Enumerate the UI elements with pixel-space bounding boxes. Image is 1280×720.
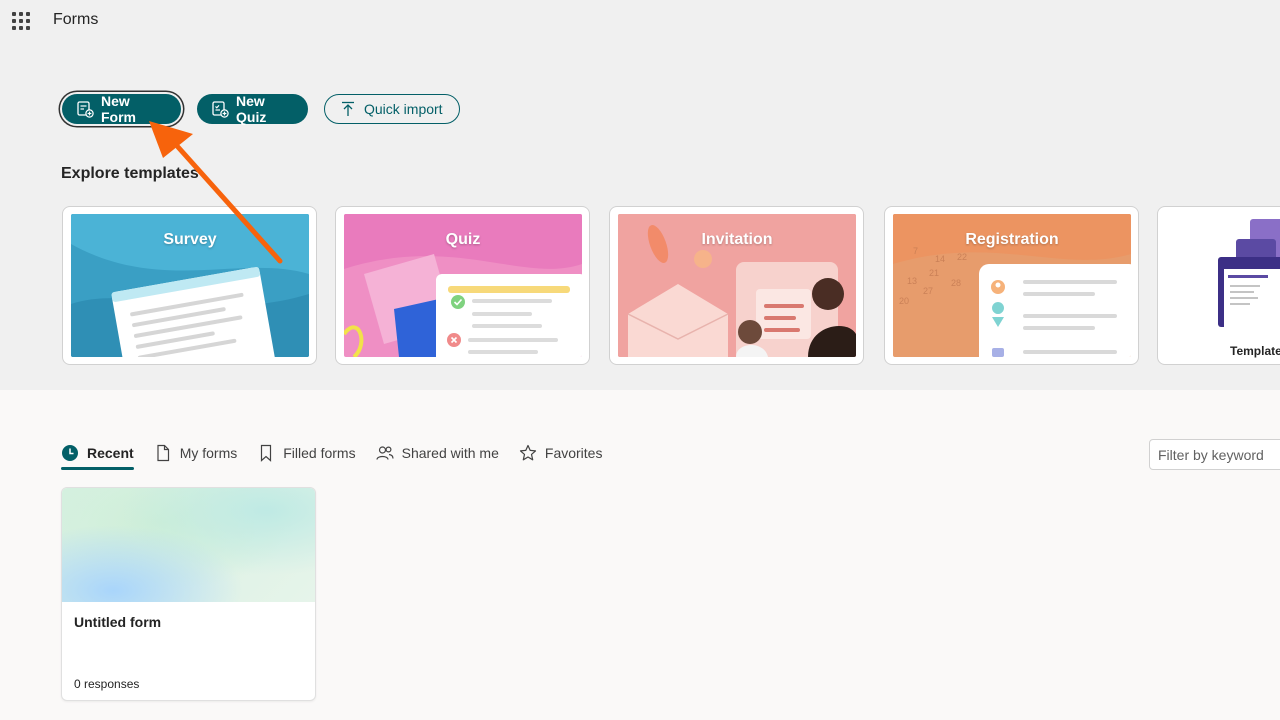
new-form-icon <box>77 101 94 118</box>
template-gallery-illustration <box>1218 219 1280 327</box>
template-card-registration[interactable]: 7 14 22 13 21 28 20 27 Registration <box>884 206 1139 365</box>
explore-templates-heading: Explore templates <box>61 165 199 182</box>
tab-favorites[interactable]: Favorites <box>519 440 603 466</box>
quick-import-label: Quick import <box>364 101 443 117</box>
tab-my-forms-label: My forms <box>179 445 238 461</box>
svg-text:20: 20 <box>899 296 909 306</box>
app-title[interactable]: Forms <box>53 11 98 29</box>
new-quiz-button[interactable]: New Quiz <box>197 93 308 125</box>
quiz-illustration: Quiz <box>344 214 582 357</box>
template-card-survey[interactable]: Survey <box>62 206 317 365</box>
tab-filled-forms[interactable]: Filled forms <box>257 440 356 466</box>
template-label-survey: Survey <box>163 231 217 248</box>
template-card-invitation[interactable]: Invitation <box>609 206 864 365</box>
new-form-label: New Form <box>101 93 136 125</box>
star-icon <box>519 444 536 461</box>
template-label-more: Template <box>1230 344 1280 358</box>
document-icon <box>157 444 169 462</box>
tab-shared-label: Shared with me <box>401 445 499 461</box>
form-title: Untitled form <box>74 614 162 630</box>
tab-recent[interactable]: Recent <box>61 440 134 470</box>
form-thumbnail <box>62 488 315 602</box>
svg-text:14: 14 <box>935 254 945 264</box>
tab-shared-with-me[interactable]: Shared with me <box>376 440 499 466</box>
template-label-registration: Registration <box>965 231 1059 248</box>
svg-text:27: 27 <box>923 286 933 296</box>
form-responses-count: 0 responses <box>74 677 140 691</box>
survey-illustration: Survey <box>71 214 309 357</box>
people-icon <box>376 446 394 460</box>
tab-favorites-label: Favorites <box>544 445 603 461</box>
tab-recent-label: Recent <box>87 445 134 461</box>
tab-filled-forms-label: Filled forms <box>283 445 356 461</box>
quick-import-button[interactable]: Quick import <box>324 94 460 124</box>
new-quiz-label: New Quiz <box>236 93 267 125</box>
clock-icon <box>62 445 78 461</box>
new-quiz-icon <box>212 101 229 118</box>
new-form-button[interactable]: New Form <box>62 93 181 125</box>
svg-text:28: 28 <box>951 278 961 288</box>
app-launcher-icon[interactable] <box>12 12 30 30</box>
template-card-quiz[interactable]: Quiz <box>335 206 590 365</box>
forms-tabs: Recent My forms Filled forms Shared with… <box>61 440 602 470</box>
template-label-quiz: Quiz <box>445 231 481 248</box>
filter-keyword-input[interactable] <box>1149 439 1280 470</box>
app-header: Forms <box>0 0 1280 40</box>
svg-text:21: 21 <box>929 268 939 278</box>
form-card[interactable]: Untitled form 0 responses <box>61 487 316 701</box>
tab-my-forms[interactable]: My forms <box>154 440 238 466</box>
template-card-more[interactable]: Template <box>1157 206 1280 365</box>
upload-icon <box>342 101 354 116</box>
svg-text:13: 13 <box>907 276 917 286</box>
template-label-invitation: Invitation <box>701 231 773 248</box>
bookmark-icon <box>261 444 272 462</box>
svg-text:22: 22 <box>957 252 967 262</box>
invitation-illustration: Invitation <box>618 214 856 357</box>
registration-illustration: 7 14 22 13 21 28 20 27 Registration <box>893 214 1131 357</box>
